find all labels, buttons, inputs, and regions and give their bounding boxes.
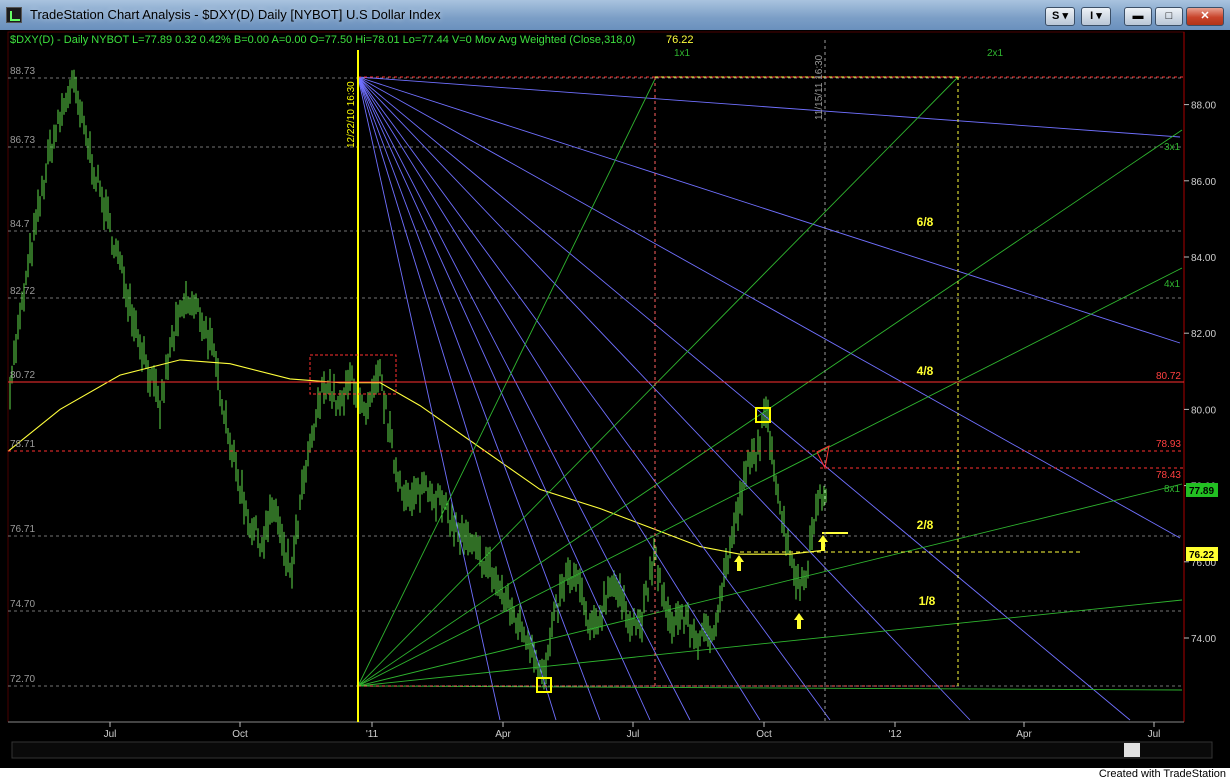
window-title: TradeStation Chart Analysis - $DXY(D) Da… <box>30 7 441 22</box>
minimize-icon: ▬ <box>1132 10 1144 22</box>
ma-tag: 76.22 <box>1189 550 1214 561</box>
fan-angle-label: 2x1 <box>987 48 1004 59</box>
horizontal-scrollbar <box>11 741 1213 759</box>
end-time-label: 11/15/11 16:30 <box>814 54 825 120</box>
time-axis-label: Oct <box>756 729 772 740</box>
time-axis-label: Oct <box>232 729 248 740</box>
left-level-label: 86.73 <box>10 135 35 146</box>
time-axis-label: '11 <box>366 729 379 740</box>
time-axis-label: Apr <box>1016 729 1032 740</box>
fan-angle-label: 3x1 <box>1164 142 1181 153</box>
octave-label: 6/8 <box>917 215 934 229</box>
tradestation-app-icon <box>6 7 22 23</box>
last-price-tag: 77.89 <box>1189 486 1214 497</box>
octave-label: 2/8 <box>917 518 934 532</box>
credit-text: Created with TradeStation <box>1098 768 1226 780</box>
start-time-label: 12/22/10 16:30 <box>346 81 357 148</box>
maximize-button[interactable]: □ <box>1155 7 1183 26</box>
header-ma-value: 76.22 <box>666 34 694 46</box>
time-axis-label: Jul <box>104 729 117 740</box>
octave-label: 4/8 <box>917 364 934 378</box>
time-axis-label: '12 <box>888 729 901 740</box>
price-chart[interactable]: $DXY(D) - Daily NYBOT L=77.89 0.32 0.42%… <box>0 30 1230 768</box>
scrollbar-thumb <box>1124 743 1140 757</box>
right-axis-label: 74.00 <box>1191 634 1216 645</box>
indicator-button[interactable]: I ▾ <box>1081 7 1111 26</box>
right-axis-label: 84.00 <box>1191 253 1216 264</box>
left-level-label: 72.70 <box>10 674 35 685</box>
close-button[interactable]: ✕ <box>1186 7 1224 26</box>
chart-header: $DXY(D) - Daily NYBOT L=77.89 0.32 0.42%… <box>10 34 635 46</box>
chart-window: TradeStation Chart Analysis - $DXY(D) Da… <box>0 0 1230 768</box>
indicator-label: I <box>1090 10 1094 22</box>
level-label-80-72: 80.72 <box>1156 371 1181 382</box>
time-axis-label: Apr <box>495 729 511 740</box>
maximize-icon: □ <box>1165 10 1173 22</box>
fan-angle-label: 8x1 <box>1164 484 1181 495</box>
status-bar: Created with TradeStation <box>0 768 1230 782</box>
right-axis-label: 88.00 <box>1191 101 1216 112</box>
time-axis-label: Jul <box>1148 729 1161 740</box>
symbol-link-label: S <box>1052 10 1060 22</box>
fan-angle-label: 4x1 <box>1164 279 1181 290</box>
left-level-label: 84.7 <box>10 219 30 230</box>
dropdown-arrow-icon: ▾ <box>1062 10 1068 22</box>
right-axis-label: 80.00 <box>1191 405 1216 416</box>
right-axis-label: 86.00 <box>1191 177 1216 188</box>
left-level-label: 74.70 <box>10 599 35 610</box>
level-label-78-93: 78.93 <box>1156 439 1181 450</box>
left-level-label: 80.72 <box>10 370 35 381</box>
left-level-label: 76.71 <box>10 524 35 535</box>
close-icon: ✕ <box>1200 10 1210 22</box>
minimize-button[interactable]: ▬ <box>1124 7 1152 26</box>
fan-angle-label: 1x1 <box>674 48 691 59</box>
time-axis-label: Jul <box>627 729 640 740</box>
left-level-label: 78.71 <box>10 439 35 450</box>
octave-label: 1/8 <box>919 594 936 608</box>
title-bar[interactable]: TradeStation Chart Analysis - $DXY(D) Da… <box>0 0 1230 31</box>
level-label-78-43: 78.43 <box>1156 470 1181 481</box>
price-axis-area <box>1184 32 1230 722</box>
left-level-label: 88.73 <box>10 66 35 77</box>
right-axis-label: 82.00 <box>1191 329 1216 340</box>
chart-background <box>0 30 1230 768</box>
symbol-link-button[interactable]: S ▾ <box>1045 7 1075 26</box>
left-level-label: 82.72 <box>10 286 35 297</box>
dropdown-arrow-icon: ▾ <box>1096 10 1102 22</box>
